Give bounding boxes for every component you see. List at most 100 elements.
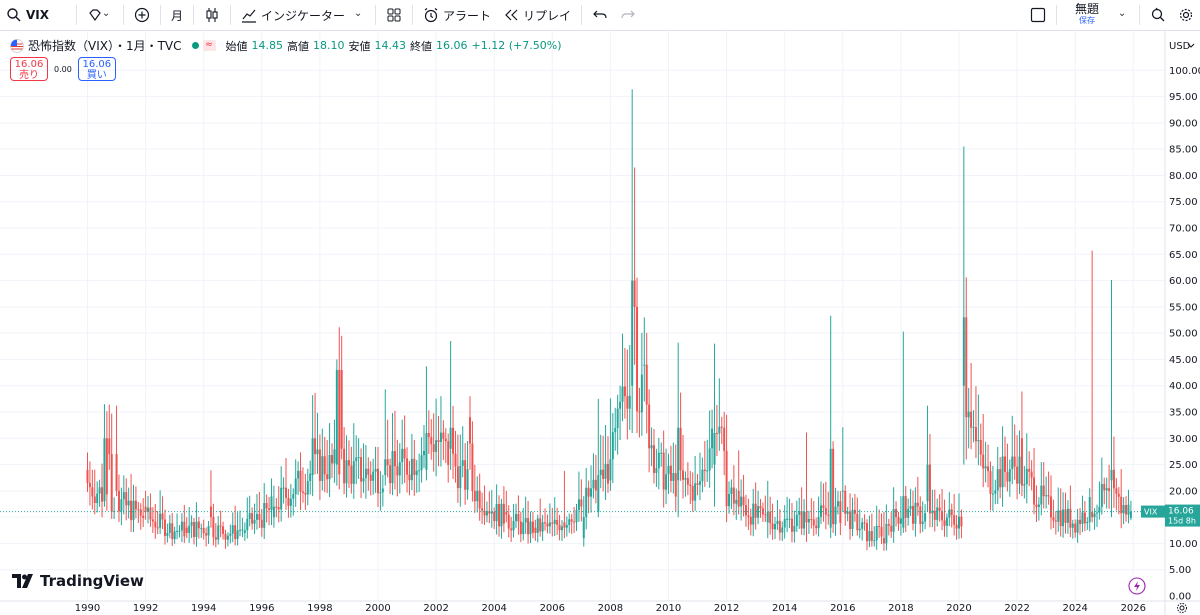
candle-body bbox=[718, 426, 721, 434]
candle-body bbox=[614, 427, 617, 433]
candle-body bbox=[841, 490, 844, 492]
candle-body bbox=[1003, 456, 1006, 472]
candle-body bbox=[1083, 512, 1086, 524]
candle bbox=[459, 434, 462, 507]
tradingview-logo[interactable]: TradingView bbox=[12, 572, 144, 590]
candle-body bbox=[933, 510, 936, 520]
toolbar-divider bbox=[230, 5, 232, 25]
candle bbox=[258, 491, 261, 528]
candle-body bbox=[379, 492, 382, 494]
gear-icon bbox=[1179, 8, 1193, 22]
candle bbox=[660, 442, 663, 467]
candle bbox=[318, 434, 321, 501]
candle-body bbox=[778, 520, 781, 533]
candle-body bbox=[565, 525, 568, 528]
candle bbox=[1081, 495, 1084, 533]
quick-search-button[interactable] bbox=[1144, 0, 1172, 31]
candle bbox=[456, 434, 459, 503]
replay-button[interactable]: リプレイ bbox=[497, 0, 577, 31]
redo-button[interactable] bbox=[614, 0, 642, 31]
candle bbox=[856, 497, 859, 536]
candle bbox=[294, 459, 297, 507]
candle-body bbox=[260, 519, 263, 528]
candle bbox=[1016, 435, 1019, 500]
candle-body bbox=[991, 493, 994, 495]
candle bbox=[500, 498, 503, 539]
candle-body bbox=[464, 460, 467, 490]
candle-body bbox=[851, 509, 854, 529]
chart-type-button[interactable] bbox=[198, 0, 226, 31]
candle bbox=[398, 443, 401, 494]
candle-body bbox=[1086, 522, 1089, 524]
candle bbox=[98, 479, 101, 507]
candle-body bbox=[229, 533, 232, 536]
candle bbox=[933, 489, 936, 532]
candle-body bbox=[713, 433, 716, 465]
candle-body bbox=[958, 516, 960, 529]
symbol-title[interactable]: 恐怖指数（VIX）・1月・TVC bbox=[28, 37, 182, 54]
candle bbox=[827, 491, 830, 525]
candle bbox=[1108, 464, 1111, 509]
layout-menu-button[interactable] bbox=[1113, 0, 1135, 31]
candle bbox=[720, 416, 723, 445]
layout-toggle-button[interactable] bbox=[1024, 0, 1052, 31]
candle-body bbox=[672, 473, 675, 481]
candle bbox=[754, 482, 757, 530]
candle-body bbox=[560, 526, 563, 531]
candle-body bbox=[507, 514, 510, 529]
candle-body bbox=[970, 411, 973, 428]
candle-body bbox=[1037, 504, 1040, 507]
candle-body bbox=[466, 469, 469, 490]
candle bbox=[386, 419, 389, 478]
interval-button[interactable]: 月 bbox=[165, 0, 189, 31]
candle bbox=[285, 458, 288, 510]
candle-body bbox=[1049, 496, 1052, 518]
candle-body bbox=[754, 503, 757, 518]
symbol-search[interactable]: VIX bbox=[0, 4, 72, 26]
candle bbox=[1091, 250, 1094, 523]
candle-body bbox=[398, 462, 401, 476]
delayed-data-icon[interactable]: ≈ bbox=[202, 40, 216, 51]
candle bbox=[219, 510, 222, 538]
candle-body bbox=[708, 448, 711, 471]
candle bbox=[723, 411, 726, 476]
candle bbox=[703, 441, 706, 487]
price-chart[interactable]: 0.005.0010.0015.0020.0025.0030.0035.0040… bbox=[0, 31, 1200, 615]
candle-body bbox=[1047, 495, 1050, 497]
candle-body bbox=[803, 511, 806, 529]
candle bbox=[544, 508, 547, 531]
candle bbox=[991, 465, 994, 511]
save-layout-button[interactable]: 無題 保存 bbox=[1061, 0, 1113, 31]
candle-body bbox=[314, 438, 317, 455]
candle bbox=[117, 474, 120, 522]
time-axis[interactable]: 1990 1992 1994 1996 1998 2000 2002 2004 2006 2008… bbox=[75, 603, 1146, 614]
add-symbol-button[interactable] bbox=[128, 0, 156, 31]
candle-body bbox=[529, 521, 532, 535]
axis-settings-icon[interactable] bbox=[1177, 603, 1187, 613]
candle bbox=[577, 471, 580, 522]
undo-button[interactable] bbox=[586, 0, 614, 31]
indicators-button[interactable]: インジケーター bbox=[235, 0, 371, 31]
currency-label[interactable]: USD bbox=[1169, 41, 1191, 52]
candle bbox=[764, 495, 767, 522]
sell-button[interactable]: 16.06 売り bbox=[10, 57, 48, 81]
candle-body bbox=[1108, 488, 1111, 492]
candle-body bbox=[715, 433, 718, 435]
candle-body bbox=[536, 518, 539, 533]
candle-body bbox=[977, 440, 980, 442]
candle-body bbox=[134, 500, 137, 510]
buy-button[interactable]: 16.06 買い bbox=[77, 57, 116, 81]
candle bbox=[638, 387, 641, 438]
candle-body bbox=[856, 513, 859, 531]
candle bbox=[1105, 477, 1108, 509]
price-tick-label: 100.00 bbox=[1169, 66, 1200, 77]
compare-button[interactable] bbox=[81, 0, 119, 31]
candle-body bbox=[895, 509, 898, 518]
templates-button[interactable] bbox=[380, 0, 408, 31]
candle-body bbox=[904, 496, 907, 518]
alert-button[interactable]: アラート bbox=[417, 0, 497, 31]
candle bbox=[1095, 504, 1098, 527]
price-tick-label: 35.00 bbox=[1169, 408, 1198, 419]
settings-button[interactable] bbox=[1172, 0, 1200, 31]
candle-body bbox=[645, 364, 648, 405]
